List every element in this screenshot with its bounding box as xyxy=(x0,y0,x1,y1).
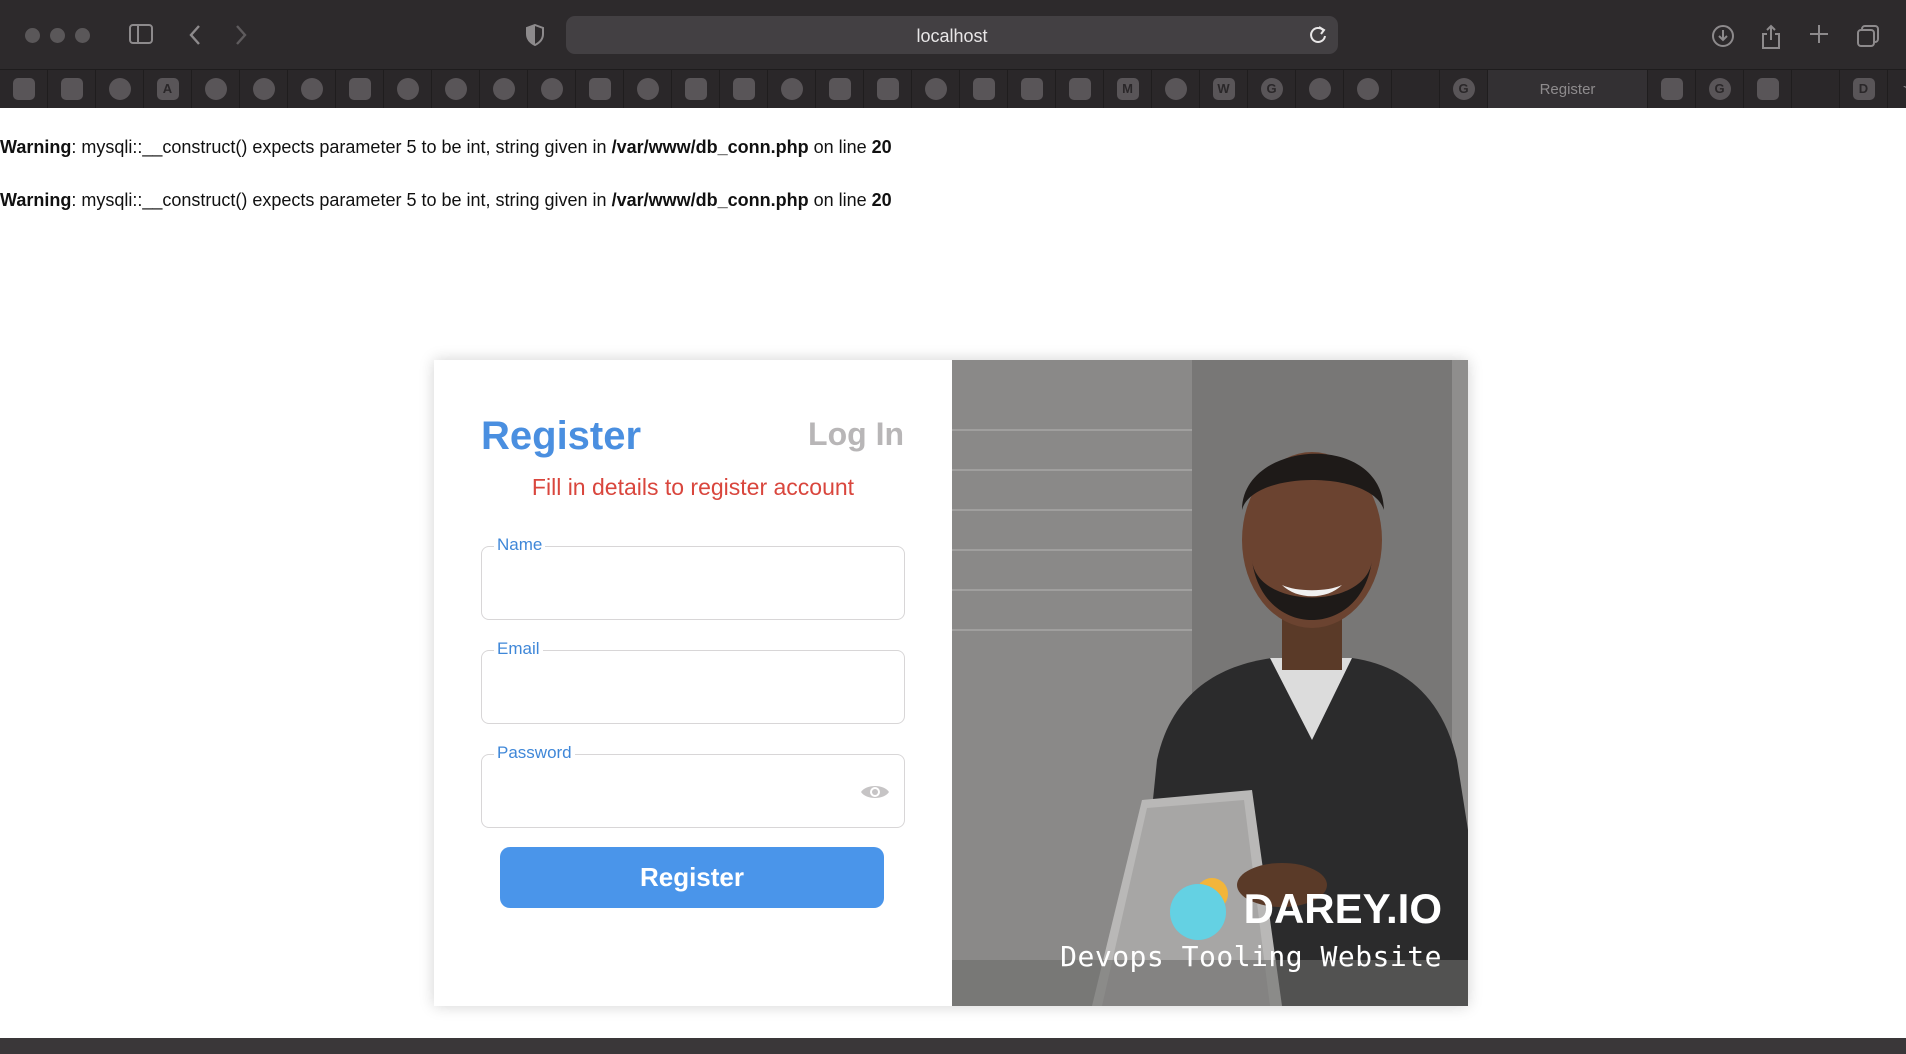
privacy-shield-icon[interactable] xyxy=(520,20,550,50)
mail-icon[interactable] xyxy=(48,70,96,108)
address-bar[interactable]: localhost xyxy=(566,16,1338,54)
register-form: Register Log In Fill in details to regis… xyxy=(434,360,952,1006)
cloud-icon[interactable] xyxy=(288,70,336,108)
php-warning: Warning: mysqli::__construct() expects p… xyxy=(0,137,892,157)
name-label: Name xyxy=(494,535,546,555)
circle-logo-icon[interactable] xyxy=(384,70,432,108)
google-icon[interactable]: G xyxy=(1440,70,1488,108)
share-icon[interactable] xyxy=(1756,20,1786,50)
hashicorp-icon[interactable] xyxy=(816,70,864,108)
email-input[interactable] xyxy=(494,671,854,705)
name-input[interactable] xyxy=(494,567,854,601)
circle-logo-icon[interactable] xyxy=(1344,70,1392,108)
d-icon[interactable]: D xyxy=(1840,70,1888,108)
darey-logo-icon xyxy=(1169,878,1228,940)
show-password-eye-icon[interactable] xyxy=(860,781,890,808)
brand-name: DAREY.IO xyxy=(1243,885,1442,932)
back-icon[interactable] xyxy=(180,20,210,50)
register-card: Register Log In Fill in details to regis… xyxy=(434,360,1468,1006)
email-label: Email xyxy=(494,639,543,659)
cloud-icon[interactable] xyxy=(528,70,576,108)
github-icon[interactable] xyxy=(432,70,480,108)
openai-icon[interactable] xyxy=(1152,70,1200,108)
stackoverflow-icon[interactable] xyxy=(1744,70,1792,108)
github-icon[interactable] xyxy=(768,70,816,108)
wikipedia-icon[interactable]: W xyxy=(1200,70,1248,108)
terraform-icon[interactable] xyxy=(720,70,768,108)
jira-icon[interactable] xyxy=(1056,70,1104,108)
google-icon[interactable]: G xyxy=(1248,70,1296,108)
password-field: Password xyxy=(481,743,905,828)
login-link[interactable]: Log In xyxy=(808,416,904,453)
darey-brand: DAREY.IO xyxy=(1168,876,1442,942)
github-icon[interactable] xyxy=(480,70,528,108)
blank-icon xyxy=(1792,70,1840,108)
hero-tagline: Devops Tooling Website xyxy=(1060,940,1442,973)
zoom-window-button[interactable] xyxy=(75,28,90,43)
github-icon[interactable] xyxy=(624,70,672,108)
github-icon[interactable] xyxy=(192,70,240,108)
hashicorp-icon[interactable] xyxy=(864,70,912,108)
window-controls xyxy=(25,28,90,43)
tab-overview-icon[interactable] xyxy=(1853,20,1883,50)
reload-icon[interactable] xyxy=(1308,24,1328,51)
star-icon[interactable]: ☆ xyxy=(1888,70,1906,108)
close-window-button[interactable] xyxy=(25,28,40,43)
php-warning: Warning: mysqli::__construct() expects p… xyxy=(0,190,892,210)
google-icon[interactable]: G xyxy=(1696,70,1744,108)
app-store-icon[interactable]: A xyxy=(144,70,192,108)
stackoverflow-icon[interactable] xyxy=(1648,70,1696,108)
jira-icon[interactable] xyxy=(960,70,1008,108)
downloads-icon[interactable] xyxy=(1708,20,1738,50)
jira-icon[interactable] xyxy=(1008,70,1056,108)
favorites-bar: AMWGGRegisterGD☆ xyxy=(0,70,1906,108)
hero-image-panel: DAREY.IO Devops Tooling Website xyxy=(952,360,1468,1006)
form-subtitle: Fill in details to register account xyxy=(531,474,855,500)
youtube-icon[interactable] xyxy=(576,70,624,108)
link-icon[interactable] xyxy=(0,70,48,108)
name-field: Name xyxy=(481,535,905,620)
background-window-strip xyxy=(0,1038,1906,1054)
tool-icon[interactable] xyxy=(96,70,144,108)
password-label: Password xyxy=(494,743,575,763)
new-tab-icon[interactable] xyxy=(1804,20,1834,50)
sidebar-toggle-icon[interactable] xyxy=(126,20,156,50)
github-icon[interactable] xyxy=(1296,70,1344,108)
address-text: localhost xyxy=(916,26,988,46)
minimize-window-button[interactable] xyxy=(50,28,65,43)
email-field: Email xyxy=(481,639,905,724)
register-title: Register xyxy=(481,414,642,458)
send-icon[interactable] xyxy=(336,70,384,108)
password-input[interactable] xyxy=(494,775,854,809)
register-submit-button[interactable]: Register xyxy=(500,847,884,908)
browser-titlebar: localhost xyxy=(0,0,1906,70)
active-tab-register[interactable]: Register xyxy=(1488,70,1648,108)
medium-icon[interactable]: M xyxy=(1104,70,1152,108)
blank-icon xyxy=(1392,70,1440,108)
forward-icon[interactable] xyxy=(226,20,256,50)
document-icon[interactable] xyxy=(672,70,720,108)
gear-icon[interactable] xyxy=(912,70,960,108)
github-icon[interactable] xyxy=(240,70,288,108)
